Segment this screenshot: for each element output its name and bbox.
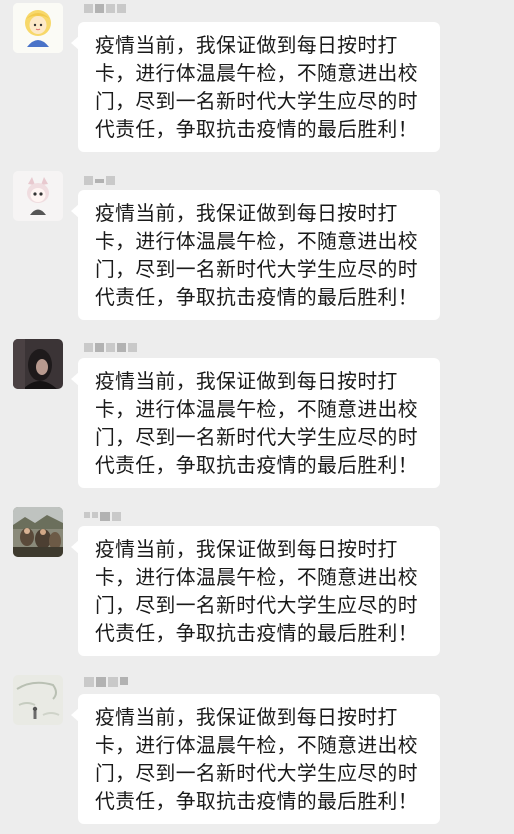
message-bubble[interactable]: 疫情当前，我保证做到每日按时打卡，进行体温晨午检，不随意进出校门，尽到一名新时代… <box>71 694 440 824</box>
message-text: 疫情当前，我保证做到每日按时打卡，进行体温晨午检，不随意进出校门，尽到一名新时代… <box>95 706 418 813</box>
sender-name-blurred <box>84 4 126 16</box>
sender-name-blurred <box>84 343 137 355</box>
message-text: 疫情当前，我保证做到每日按时打卡，进行体温晨午检，不随意进出校门，尽到一名新时代… <box>95 370 418 477</box>
message-bubble[interactable]: 疫情当前，我保证做到每日按时打卡，进行体温晨午检，不随意进出校门，尽到一名新时代… <box>71 526 440 656</box>
message-bubble[interactable]: 疫情当前，我保证做到每日按时打卡，进行体温晨午检，不随意进出校门，尽到一名新时代… <box>71 358 440 488</box>
chat-message-list: 疫情当前，我保证做到每日按时打卡，进行体温晨午检，不随意进出校门，尽到一名新时代… <box>0 0 514 834</box>
chat-message: 疫情当前，我保证做到每日按时打卡，进行体温晨午检，不随意进出校门，尽到一名新时代… <box>0 672 514 832</box>
outdoor-group-photo-icon[interactable] <box>13 507 63 557</box>
chat-message: 疫情当前，我保证做到每日按时打卡，进行体温晨午检，不随意进出校门，尽到一名新时代… <box>0 168 514 328</box>
chat-message: 疫情当前，我保证做到每日按时打卡，进行体温晨午检，不随意进出校门，尽到一名新时代… <box>0 0 514 160</box>
dark-portrait-photo-icon[interactable] <box>13 339 63 389</box>
cartoon-cat-girl-icon[interactable] <box>13 171 63 221</box>
message-text: 疫情当前，我保证做到每日按时打卡，进行体温晨午检，不随意进出校门，尽到一名新时代… <box>95 34 418 141</box>
sender-name-blurred <box>84 512 121 524</box>
cartoon-blonde-girl-icon[interactable] <box>13 3 63 53</box>
chat-message: 疫情当前，我保证做到每日按时打卡，进行体温晨午检，不随意进出校门，尽到一名新时代… <box>0 504 514 664</box>
message-bubble[interactable]: 疫情当前，我保证做到每日按时打卡，进行体温晨午检，不随意进出校门，尽到一名新时代… <box>71 190 440 320</box>
chat-message: 疫情当前，我保证做到每日按时打卡，进行体温晨午检，不随意进出校门，尽到一名新时代… <box>0 336 514 496</box>
sender-name-blurred <box>84 677 128 689</box>
message-text: 疫情当前，我保证做到每日按时打卡，进行体温晨午检，不随意进出校门，尽到一名新时代… <box>95 538 418 645</box>
sketch-illustration-icon[interactable] <box>13 675 63 725</box>
message-bubble[interactable]: 疫情当前，我保证做到每日按时打卡，进行体温晨午检，不随意进出校门，尽到一名新时代… <box>71 22 440 152</box>
message-text: 疫情当前，我保证做到每日按时打卡，进行体温晨午检，不随意进出校门，尽到一名新时代… <box>95 202 418 309</box>
sender-name-blurred <box>84 176 115 188</box>
